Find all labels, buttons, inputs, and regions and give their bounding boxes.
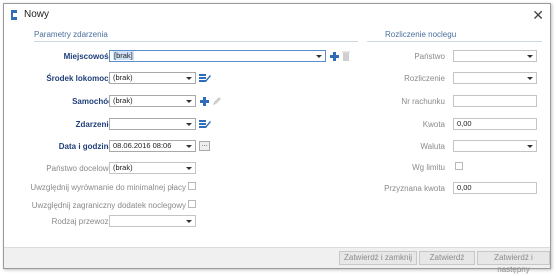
window-title: Nowy [24, 9, 50, 20]
trash-icon[interactable] [342, 51, 350, 61]
zdarzenie-select[interactable] [109, 118, 196, 130]
chevron-down-icon [527, 145, 533, 148]
panstwo-select[interactable] [453, 50, 537, 62]
section-title-parametry: Parametry zdarzenia [34, 30, 108, 39]
approve-next-button[interactable]: Zatwierdź i następny [477, 251, 550, 274]
label-wyrownanie: Uwzględnij wyrównanie do minimalnej płac… [30, 183, 186, 192]
approve-close-button[interactable]: Zatwierdź i zamknij [339, 251, 417, 265]
rodzaj-przewozu-select[interactable] [109, 215, 196, 227]
label-rodzaj-przewozu: Rodzaj przewozu [51, 217, 113, 226]
chevron-down-icon [527, 77, 533, 80]
wyrownanie-checkbox[interactable] [188, 182, 196, 190]
section-divider [34, 41, 358, 42]
dialog-footer: Zatwierdź i zamknij Zatwierdź Zatwierdź … [4, 247, 550, 274]
ellipsis-button[interactable]: ... [199, 141, 210, 151]
section-title-rozliczenie: Rozliczenie noclegu [385, 30, 457, 39]
add-icon[interactable] [330, 52, 339, 61]
label-zdarzenie: Zdarzenie [75, 120, 113, 129]
waluta-select[interactable] [453, 140, 537, 152]
app-logo-icon [11, 10, 17, 20]
label-panstwo-docelowe: Państwo docelowe [46, 164, 113, 173]
data-godzina-value: 08.06.2016 08:06 [113, 141, 172, 150]
nr-rachunku-input[interactable] [453, 95, 537, 107]
data-godzina-picker[interactable]: 08.06.2016 08:06 [109, 140, 196, 152]
chevron-down-icon [186, 123, 192, 126]
przyznana-kwota-input[interactable]: 0,00 [453, 182, 537, 194]
miejscowosc-select[interactable]: [brak] [109, 50, 326, 62]
chevron-down-icon [186, 145, 192, 148]
label-srodek-lokomocji: Środek lokomocji [46, 74, 113, 83]
label-panstwo: Państwo [414, 52, 445, 61]
section-divider [367, 41, 542, 42]
pencil-icon[interactable] [212, 96, 222, 106]
label-wg-limitu: Wg limitu [412, 163, 445, 172]
label-waluta: Waluta [420, 142, 445, 151]
dialog-window: Nowy ✕ Parametry zdarzenia Miejscowość [… [3, 3, 551, 274]
dodatek-noclegowy-checkbox[interactable] [188, 200, 196, 208]
label-kwota: Kwota [422, 120, 445, 129]
chevron-down-icon [527, 55, 533, 58]
add-icon[interactable] [200, 97, 209, 106]
label-data-godzina: Data i godzina [58, 142, 113, 151]
title-bar: Nowy ✕ [4, 4, 550, 26]
label-dodatek-noclegowy: Uwzględnij zagraniczny dodatek noclegowy [31, 201, 186, 210]
label-nr-rachunku: Nr rachunku [401, 97, 445, 106]
chevron-down-icon [186, 77, 192, 80]
label-rozliczenie: Rozliczenie [404, 74, 445, 83]
label-przyznana-kwota: Przyznana kwota [384, 184, 445, 193]
chevron-down-icon [316, 55, 322, 58]
panstwo-docelowe-value: (brak) [113, 163, 133, 172]
label-miejscowosc: Miejscowość [63, 52, 113, 61]
chevron-down-icon [186, 220, 192, 223]
srodek-lokomocji-select[interactable]: (brak) [109, 72, 196, 84]
chevron-down-icon [186, 100, 192, 103]
miejscowosc-value: [brak] [113, 51, 134, 60]
label-samochod: Samochód [72, 97, 113, 106]
list-edit-icon[interactable] [199, 73, 211, 83]
rozliczenie-select[interactable] [453, 72, 537, 84]
kwota-input[interactable]: 0,00 [453, 118, 537, 130]
list-edit-icon[interactable] [199, 119, 211, 129]
approve-button[interactable]: Zatwierdź [419, 251, 475, 265]
samochod-select[interactable]: (brak) [109, 95, 196, 107]
chevron-down-icon [186, 167, 192, 170]
panstwo-docelowe-select[interactable]: (brak) [109, 162, 196, 174]
srodek-lokomocji-value: (brak) [113, 73, 133, 82]
samochod-value: (brak) [113, 96, 133, 105]
close-icon[interactable]: ✕ [532, 7, 544, 24]
wg-limitu-checkbox[interactable] [455, 162, 463, 170]
